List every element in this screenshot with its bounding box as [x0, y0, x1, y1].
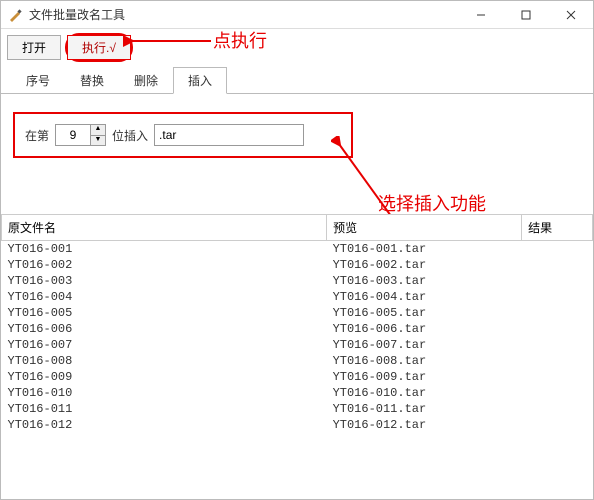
cell-res: [522, 273, 593, 289]
file-list[interactable]: 原文件名 预览 结果 YT016-001YT016-001.tarYT016-0…: [1, 214, 593, 498]
cell-orig: YT016-010: [2, 385, 327, 401]
cell-res: [522, 337, 593, 353]
cell-prev: YT016-003.tar: [327, 273, 522, 289]
tab-bar: 序号 替换 删除 插入: [1, 62, 593, 94]
cell-prev: YT016-007.tar: [327, 337, 522, 353]
toolbar: 打开 执行.√ 点执行: [1, 29, 593, 62]
table-row[interactable]: YT016-012YT016-012.tar: [2, 417, 593, 433]
cell-res: [522, 257, 593, 273]
cell-prev: YT016-009.tar: [327, 369, 522, 385]
cell-prev: YT016-008.tar: [327, 353, 522, 369]
cell-res: [522, 401, 593, 417]
cell-res: [522, 369, 593, 385]
tab-sequence[interactable]: 序号: [11, 67, 65, 94]
close-button[interactable]: [548, 1, 593, 28]
tab-replace[interactable]: 替换: [65, 67, 119, 94]
cell-res: [522, 353, 593, 369]
cell-res: [522, 289, 593, 305]
cell-orig: YT016-012: [2, 417, 327, 433]
insert-suffix-label: 位插入: [112, 127, 148, 144]
cell-orig: YT016-005: [2, 305, 327, 321]
cell-orig: YT016-006: [2, 321, 327, 337]
table-row[interactable]: YT016-006YT016-006.tar: [2, 321, 593, 337]
cell-res: [522, 241, 593, 258]
col-header-preview[interactable]: 预览: [327, 215, 522, 241]
table-row[interactable]: YT016-001YT016-001.tar: [2, 241, 593, 258]
insert-controls-highlight: 在第 ▲ ▼ 位插入: [13, 112, 353, 158]
annotation-click-exec: 点执行: [213, 27, 267, 53]
cell-orig: YT016-011: [2, 401, 327, 417]
cell-res: [522, 385, 593, 401]
execute-button[interactable]: 执行.√: [67, 35, 131, 60]
cell-orig: YT016-001: [2, 241, 327, 258]
cell-prev: YT016-005.tar: [327, 305, 522, 321]
cell-prev: YT016-011.tar: [327, 401, 522, 417]
cell-orig: YT016-009: [2, 369, 327, 385]
cell-res: [522, 321, 593, 337]
cell-orig: YT016-004: [2, 289, 327, 305]
cell-prev: YT016-001.tar: [327, 241, 522, 258]
col-header-original[interactable]: 原文件名: [2, 215, 327, 241]
titlebar: 文件批量改名工具: [1, 1, 593, 29]
cell-prev: YT016-012.tar: [327, 417, 522, 433]
maximize-button[interactable]: [503, 1, 548, 28]
spinner-up-icon[interactable]: ▲: [91, 125, 105, 135]
table-row[interactable]: YT016-009YT016-009.tar: [2, 369, 593, 385]
minimize-button[interactable]: [458, 1, 503, 28]
insert-panel: 在第 ▲ ▼ 位插入: [1, 94, 593, 214]
table-row[interactable]: YT016-010YT016-010.tar: [2, 385, 593, 401]
exec-highlight-circle: 执行.√: [65, 33, 133, 62]
cell-prev: YT016-002.tar: [327, 257, 522, 273]
cell-orig: YT016-002: [2, 257, 327, 273]
cell-res: [522, 417, 593, 433]
arrow-to-exec: [121, 31, 221, 51]
table-row[interactable]: YT016-008YT016-008.tar: [2, 353, 593, 369]
window-title: 文件批量改名工具: [29, 6, 458, 23]
table-header-row: 原文件名 预览 结果: [2, 215, 593, 241]
cell-res: [522, 305, 593, 321]
table-row[interactable]: YT016-003YT016-003.tar: [2, 273, 593, 289]
tab-insert[interactable]: 插入: [173, 67, 227, 94]
open-button[interactable]: 打开: [7, 35, 61, 60]
cell-prev: YT016-010.tar: [327, 385, 522, 401]
spinner-down-icon[interactable]: ▼: [91, 135, 105, 145]
cell-orig: YT016-007: [2, 337, 327, 353]
table-row[interactable]: YT016-005YT016-005.tar: [2, 305, 593, 321]
cell-orig: YT016-008: [2, 353, 327, 369]
tab-delete[interactable]: 删除: [119, 67, 173, 94]
cell-orig: YT016-003: [2, 273, 327, 289]
col-header-result[interactable]: 结果: [522, 215, 593, 241]
table-row[interactable]: YT016-004YT016-004.tar: [2, 289, 593, 305]
table-row[interactable]: YT016-002YT016-002.tar: [2, 257, 593, 273]
insert-text-input[interactable]: [154, 124, 304, 146]
position-spinner[interactable]: ▲ ▼: [55, 124, 106, 146]
insert-prefix-label: 在第: [25, 127, 49, 144]
table-row[interactable]: YT016-007YT016-007.tar: [2, 337, 593, 353]
cell-prev: YT016-004.tar: [327, 289, 522, 305]
cell-prev: YT016-006.tar: [327, 321, 522, 337]
table-row[interactable]: YT016-011YT016-011.tar: [2, 401, 593, 417]
app-icon: [7, 7, 23, 23]
position-input[interactable]: [56, 125, 90, 145]
